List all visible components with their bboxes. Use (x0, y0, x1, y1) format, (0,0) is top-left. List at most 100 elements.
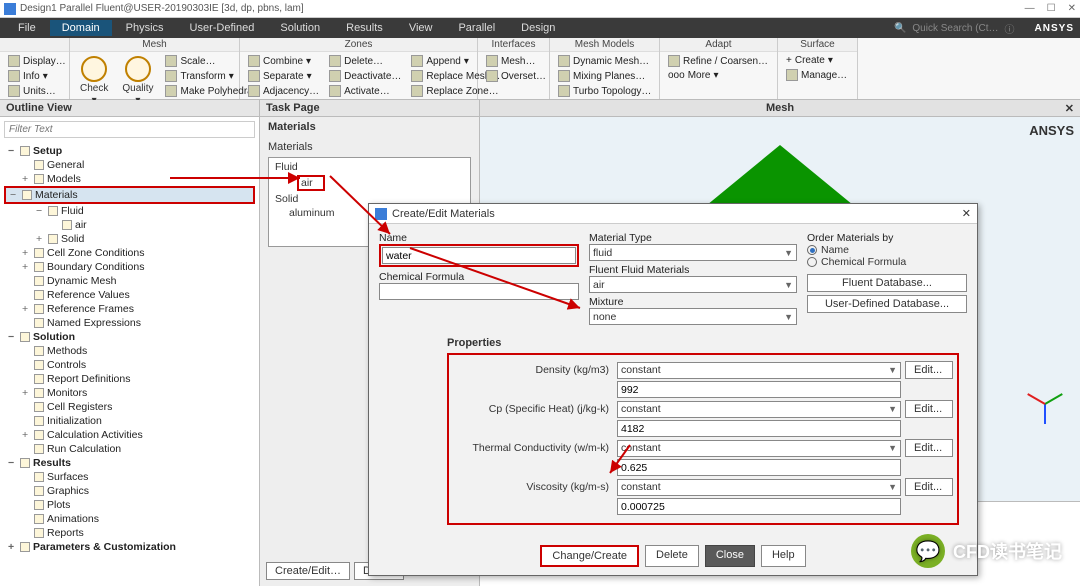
tree-item[interactable]: Cell Registers (4, 400, 255, 414)
tree-item[interactable]: Animations (4, 512, 255, 526)
mixing-planes-button[interactable]: Mixing Planes… (554, 69, 655, 83)
prop-method-select[interactable]: constant▼ (617, 362, 901, 379)
user-database-button[interactable]: User-Defined Database... (807, 295, 967, 313)
tree-item[interactable]: Initialization (4, 414, 255, 428)
tree-item[interactable]: Run Calculation (4, 442, 255, 456)
dialog-close-icon[interactable]: ✕ (962, 207, 971, 220)
tree-item[interactable]: Named Expressions (4, 316, 255, 330)
display-button[interactable]: Display… (4, 54, 70, 68)
prop-method-select[interactable]: constant▼ (617, 401, 901, 418)
tree-item[interactable]: +Reference Frames (4, 302, 255, 316)
tree-item[interactable]: Plots (4, 498, 255, 512)
surface-manage-button[interactable]: Manage… (782, 68, 851, 82)
mesh-header: Mesh ✕ (480, 100, 1080, 117)
tree-item[interactable]: Graphics (4, 484, 255, 498)
filter-input[interactable] (4, 121, 255, 138)
tree-item[interactable]: +Calculation Activities (4, 428, 255, 442)
tree-item[interactable]: +Parameters & Customization (4, 540, 255, 554)
fluent-database-button[interactable]: Fluent Database... (807, 274, 967, 292)
tree-item[interactable]: +Boundary Conditions (4, 260, 255, 274)
minimize-button[interactable]: — (1025, 3, 1035, 14)
tree-item[interactable]: air (4, 218, 255, 232)
ribbon-group-zones: Zones (240, 38, 477, 52)
close-button[interactable]: ✕ (1068, 3, 1076, 14)
tree-item[interactable]: Reports (4, 526, 255, 540)
turbo-topology-button[interactable]: Turbo Topology… (554, 84, 655, 98)
menu-design[interactable]: Design (509, 20, 567, 36)
mat-type-label: Material Type (589, 232, 797, 244)
menu-view[interactable]: View (397, 20, 445, 36)
tree-item[interactable]: Dynamic Mesh (4, 274, 255, 288)
prop-edit-button[interactable]: Edit... (905, 478, 953, 496)
ribbon-group-interfaces: Interfaces (478, 38, 549, 52)
tree-item[interactable]: −Setup (4, 144, 255, 158)
help-icon[interactable]: ⓘ (1005, 21, 1015, 36)
menu-results[interactable]: Results (334, 20, 395, 36)
prop-edit-button[interactable]: Edit... (905, 400, 953, 418)
prop-value-input[interactable] (617, 498, 901, 515)
dynamic-mesh-button[interactable]: Dynamic Mesh… (554, 54, 655, 68)
adapt-more-button[interactable]: ooo More ▾ (664, 69, 772, 82)
task-title: Materials (268, 121, 471, 133)
delete-button[interactable]: Delete… (325, 54, 405, 68)
tree-item[interactable]: −Solution (4, 330, 255, 344)
ribbon-group-mesh: Mesh (70, 38, 239, 52)
ribbon: Display… Info ▾ Units… Mesh Check ▾ Qual… (0, 38, 1080, 100)
surface-create-button[interactable]: + Create ▾ (782, 54, 851, 67)
mesh-close-icon[interactable]: ✕ (1065, 102, 1074, 115)
menu-parallel[interactable]: Parallel (446, 20, 507, 36)
window-title: Design1 Parallel Fluent@USER-20190303IE … (20, 3, 304, 14)
prop-edit-button[interactable]: Edit... (905, 361, 953, 379)
menu-file[interactable]: File (6, 20, 48, 36)
dialog-delete-button[interactable]: Delete (645, 545, 699, 567)
watermark: 💬 CFD读书笔记 (911, 534, 1062, 568)
tree-item[interactable]: −Fluid (4, 204, 255, 218)
quick-search[interactable]: Quick Search (Ct… (912, 23, 998, 34)
tree-item[interactable]: +Monitors (4, 386, 255, 400)
order-name-radio[interactable]: Name (807, 244, 967, 256)
activate-button[interactable]: Activate… (325, 84, 405, 98)
prop-edit-button[interactable]: Edit... (905, 439, 953, 457)
change-create-button[interactable]: Change/Create (540, 545, 639, 567)
create-edit-button[interactable]: Create/Edit… (266, 562, 350, 580)
ribbon-group-adapt: Adapt (660, 38, 777, 52)
outline-header: Outline View (0, 100, 259, 117)
tree-item[interactable]: Report Definitions (4, 372, 255, 386)
adjacency-button[interactable]: Adjacency… (244, 84, 323, 98)
ribbon-group-mesh-models: Mesh Models (550, 38, 659, 52)
menu-physics[interactable]: Physics (114, 20, 176, 36)
tree-item[interactable]: Controls (4, 358, 255, 372)
viewport-logo: ANSYS (1029, 123, 1074, 138)
properties-label: Properties (447, 337, 959, 349)
order-formula-radio[interactable]: Chemical Formula (807, 256, 967, 268)
search-icon[interactable]: 🔍 (894, 23, 906, 34)
outline-tree[interactable]: −Setup General+Models−Materials−Fluid ai… (0, 142, 259, 586)
menu-solution[interactable]: Solution (268, 20, 332, 36)
order-label: Order Materials by (807, 232, 967, 244)
tree-item[interactable]: −Results (4, 456, 255, 470)
maximize-button[interactable]: ☐ (1047, 3, 1056, 14)
prop-value-input[interactable] (617, 381, 901, 398)
dialog-close-button[interactable]: Close (705, 545, 755, 567)
tree-item[interactable]: +Solid (4, 232, 255, 246)
tree-item[interactable]: +Cell Zone Conditions (4, 246, 255, 260)
ansys-logo: ANSYS (1035, 23, 1074, 34)
wechat-icon: 💬 (911, 534, 945, 568)
info-button[interactable]: Info ▾ (4, 69, 70, 83)
overset-button[interactable]: Overset… (482, 69, 550, 83)
refine-button[interactable]: Refine / Coarsen… (664, 54, 772, 68)
mesh-interfaces-button[interactable]: Mesh… (482, 54, 550, 68)
deactivate-button[interactable]: Deactivate… (325, 69, 405, 83)
combine-button[interactable]: Combine ▾ (244, 54, 323, 68)
separate-button[interactable]: Separate ▾ (244, 69, 323, 83)
tree-item[interactable]: Surfaces (4, 470, 255, 484)
menu-user-defined[interactable]: User-Defined (178, 20, 267, 36)
menu-domain[interactable]: Domain (50, 20, 112, 36)
app-icon (4, 3, 16, 15)
tree-item[interactable]: Methods (4, 344, 255, 358)
prop-value-input[interactable] (617, 420, 901, 437)
units-button[interactable]: Units… (4, 84, 70, 98)
tree-item[interactable]: Reference Values (4, 288, 255, 302)
dialog-help-button[interactable]: Help (761, 545, 806, 567)
axis-triad[interactable] (1024, 384, 1066, 426)
